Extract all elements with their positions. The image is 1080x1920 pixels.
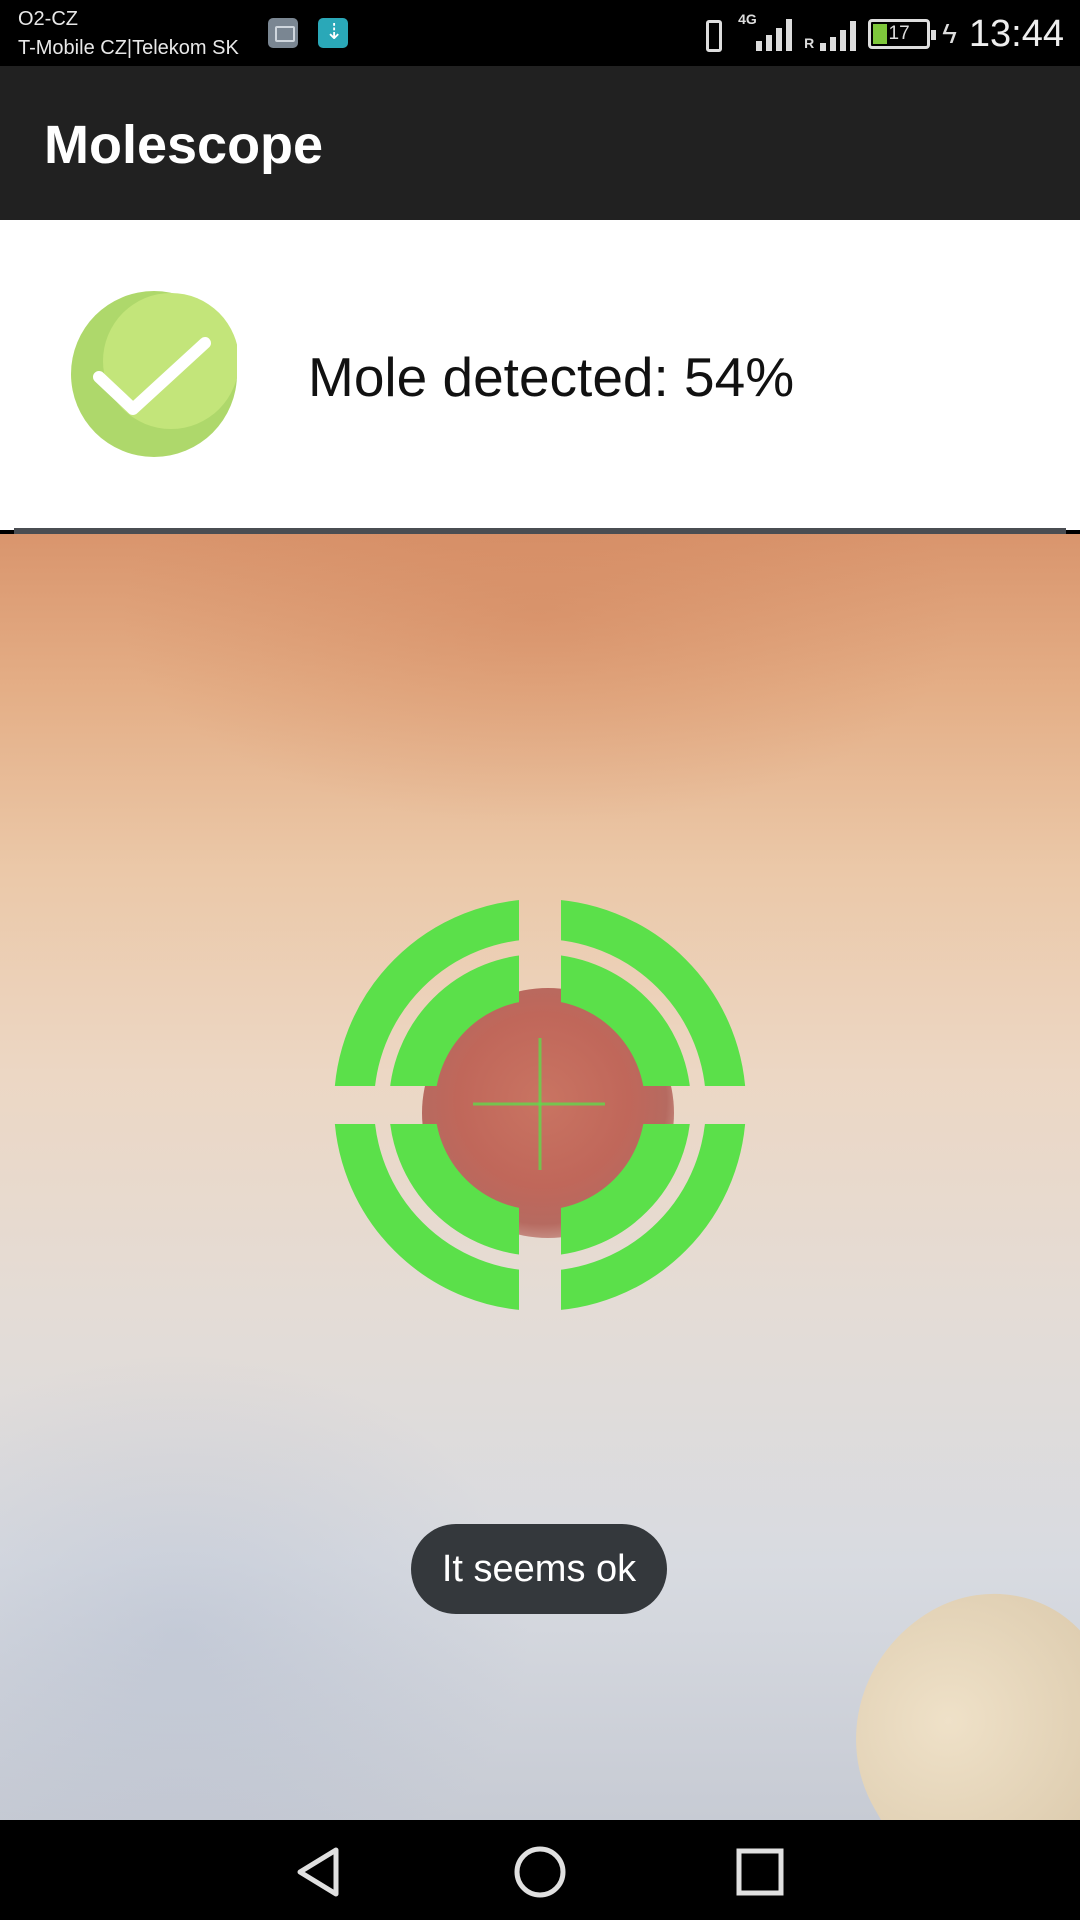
recents-icon[interactable] xyxy=(730,1842,790,1902)
target-reticle-icon xyxy=(334,899,746,1311)
back-icon[interactable] xyxy=(290,1842,350,1902)
battery-icon: 17 xyxy=(868,19,937,49)
check-circle-icon xyxy=(71,291,237,457)
carrier-secondary: T-Mobile CZ|Telekom SK xyxy=(18,37,239,59)
gallery-icon xyxy=(268,18,298,48)
charging-icon: ϟ xyxy=(942,18,957,49)
toast-message: It seems ok xyxy=(411,1524,667,1614)
battery-percent: 17 xyxy=(888,23,910,44)
home-icon[interactable] xyxy=(510,1842,570,1902)
app-bar: Molescope xyxy=(0,66,1080,220)
download-icon xyxy=(318,18,348,48)
roaming-label: R xyxy=(804,35,815,51)
network-type-label: 4G xyxy=(738,11,757,27)
clock: 13:44 xyxy=(968,12,1064,55)
detection-result-text: Mole detected: 54% xyxy=(308,346,795,408)
signal-roaming-icon: R xyxy=(804,17,857,51)
status-bar: O2-CZ T-Mobile CZ|Telekom SK 4G R 17 ϟ 1… xyxy=(0,0,1080,66)
signal-4g-icon: 4G xyxy=(738,11,793,51)
vibrate-icon xyxy=(698,18,726,52)
camera-preview[interactable]: It seems ok xyxy=(0,534,1080,1820)
navigation-bar xyxy=(0,1820,1080,1920)
app-title: Molescope xyxy=(44,115,324,175)
carrier-primary: O2-CZ xyxy=(18,8,78,30)
detection-result-card: Mole detected: 54% xyxy=(0,220,1080,530)
